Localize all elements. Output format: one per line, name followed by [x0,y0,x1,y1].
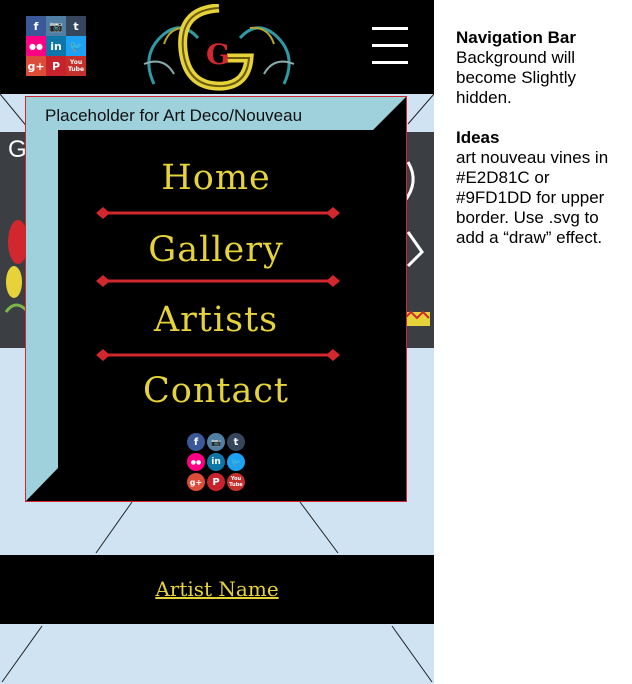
googleplus-icon[interactable]: g+ [26,56,46,76]
nav-divider [96,275,340,287]
twitter-icon[interactable]: 🐦 [227,453,245,471]
flickr-icon[interactable]: ●● [26,36,46,56]
notes-ideas-heading: Ideas [456,128,500,147]
hamburger-line [372,27,408,30]
linkedin-icon[interactable]: in [207,453,225,471]
background-letter: G [8,136,27,163]
placeholder-label: Placeholder for Art Deco/Nouveau [45,106,303,125]
nav-link-artists[interactable]: Artists [58,300,374,340]
flickr-icon[interactable]: ●● [187,453,205,471]
instagram-icon[interactable]: 📷 [46,16,66,36]
header-social-icons: f 📷 t ●● in 🐦 g+ P You Tube [26,16,86,76]
mobile-frame: G f 📷 t ●● in 🐦 g+ P You Tube G Placehol… [0,0,434,684]
nav-divider [96,349,340,361]
artist-name-bar: Artist Name [0,555,434,624]
top-navigation-bar: f 📷 t ●● in 🐦 g+ P You Tube G [0,0,434,94]
logo-letter: G [206,38,230,71]
linkedin-icon[interactable]: in [46,36,66,56]
notes-nav-heading: Navigation Bar [456,28,576,47]
googleplus-icon[interactable]: g+ [187,473,205,491]
twitter-icon[interactable]: 🐦 [66,36,86,56]
nav-link-gallery[interactable]: Gallery [58,230,374,270]
pinterest-icon[interactable]: P [207,473,225,491]
facebook-icon[interactable]: f [26,16,46,36]
hamburger-menu-button[interactable] [372,27,408,65]
nav-link-home[interactable]: Home [58,158,374,198]
youtube-icon[interactable]: You Tube [66,56,86,76]
youtube-icon[interactable]: You Tube [227,473,245,491]
artist-name-link[interactable]: Artist Name [0,577,434,601]
facebook-icon[interactable]: f [187,433,205,451]
annotation-notes: Navigation Bar Background will become Sl… [456,28,626,248]
nav-divider [96,207,340,219]
hamburger-line [372,61,408,64]
notes-nav-body: Background will become Slightly hidden. [456,48,577,107]
pinterest-icon[interactable]: P [46,56,66,76]
nav-link-contact[interactable]: Contact [58,371,374,411]
art-nouveau-logo[interactable]: G [134,4,304,92]
menu-social-icons: f 📷 t ●● in 🐦 g+ P You Tube [187,433,247,491]
hamburger-line [372,44,408,47]
tumblr-icon[interactable]: t [227,433,245,451]
notes-ideas-body: art nouveau vines in #E2D81C or #9FD1DD … [456,148,609,247]
instagram-icon[interactable]: 📷 [207,433,225,451]
tumblr-icon[interactable]: t [66,16,86,36]
